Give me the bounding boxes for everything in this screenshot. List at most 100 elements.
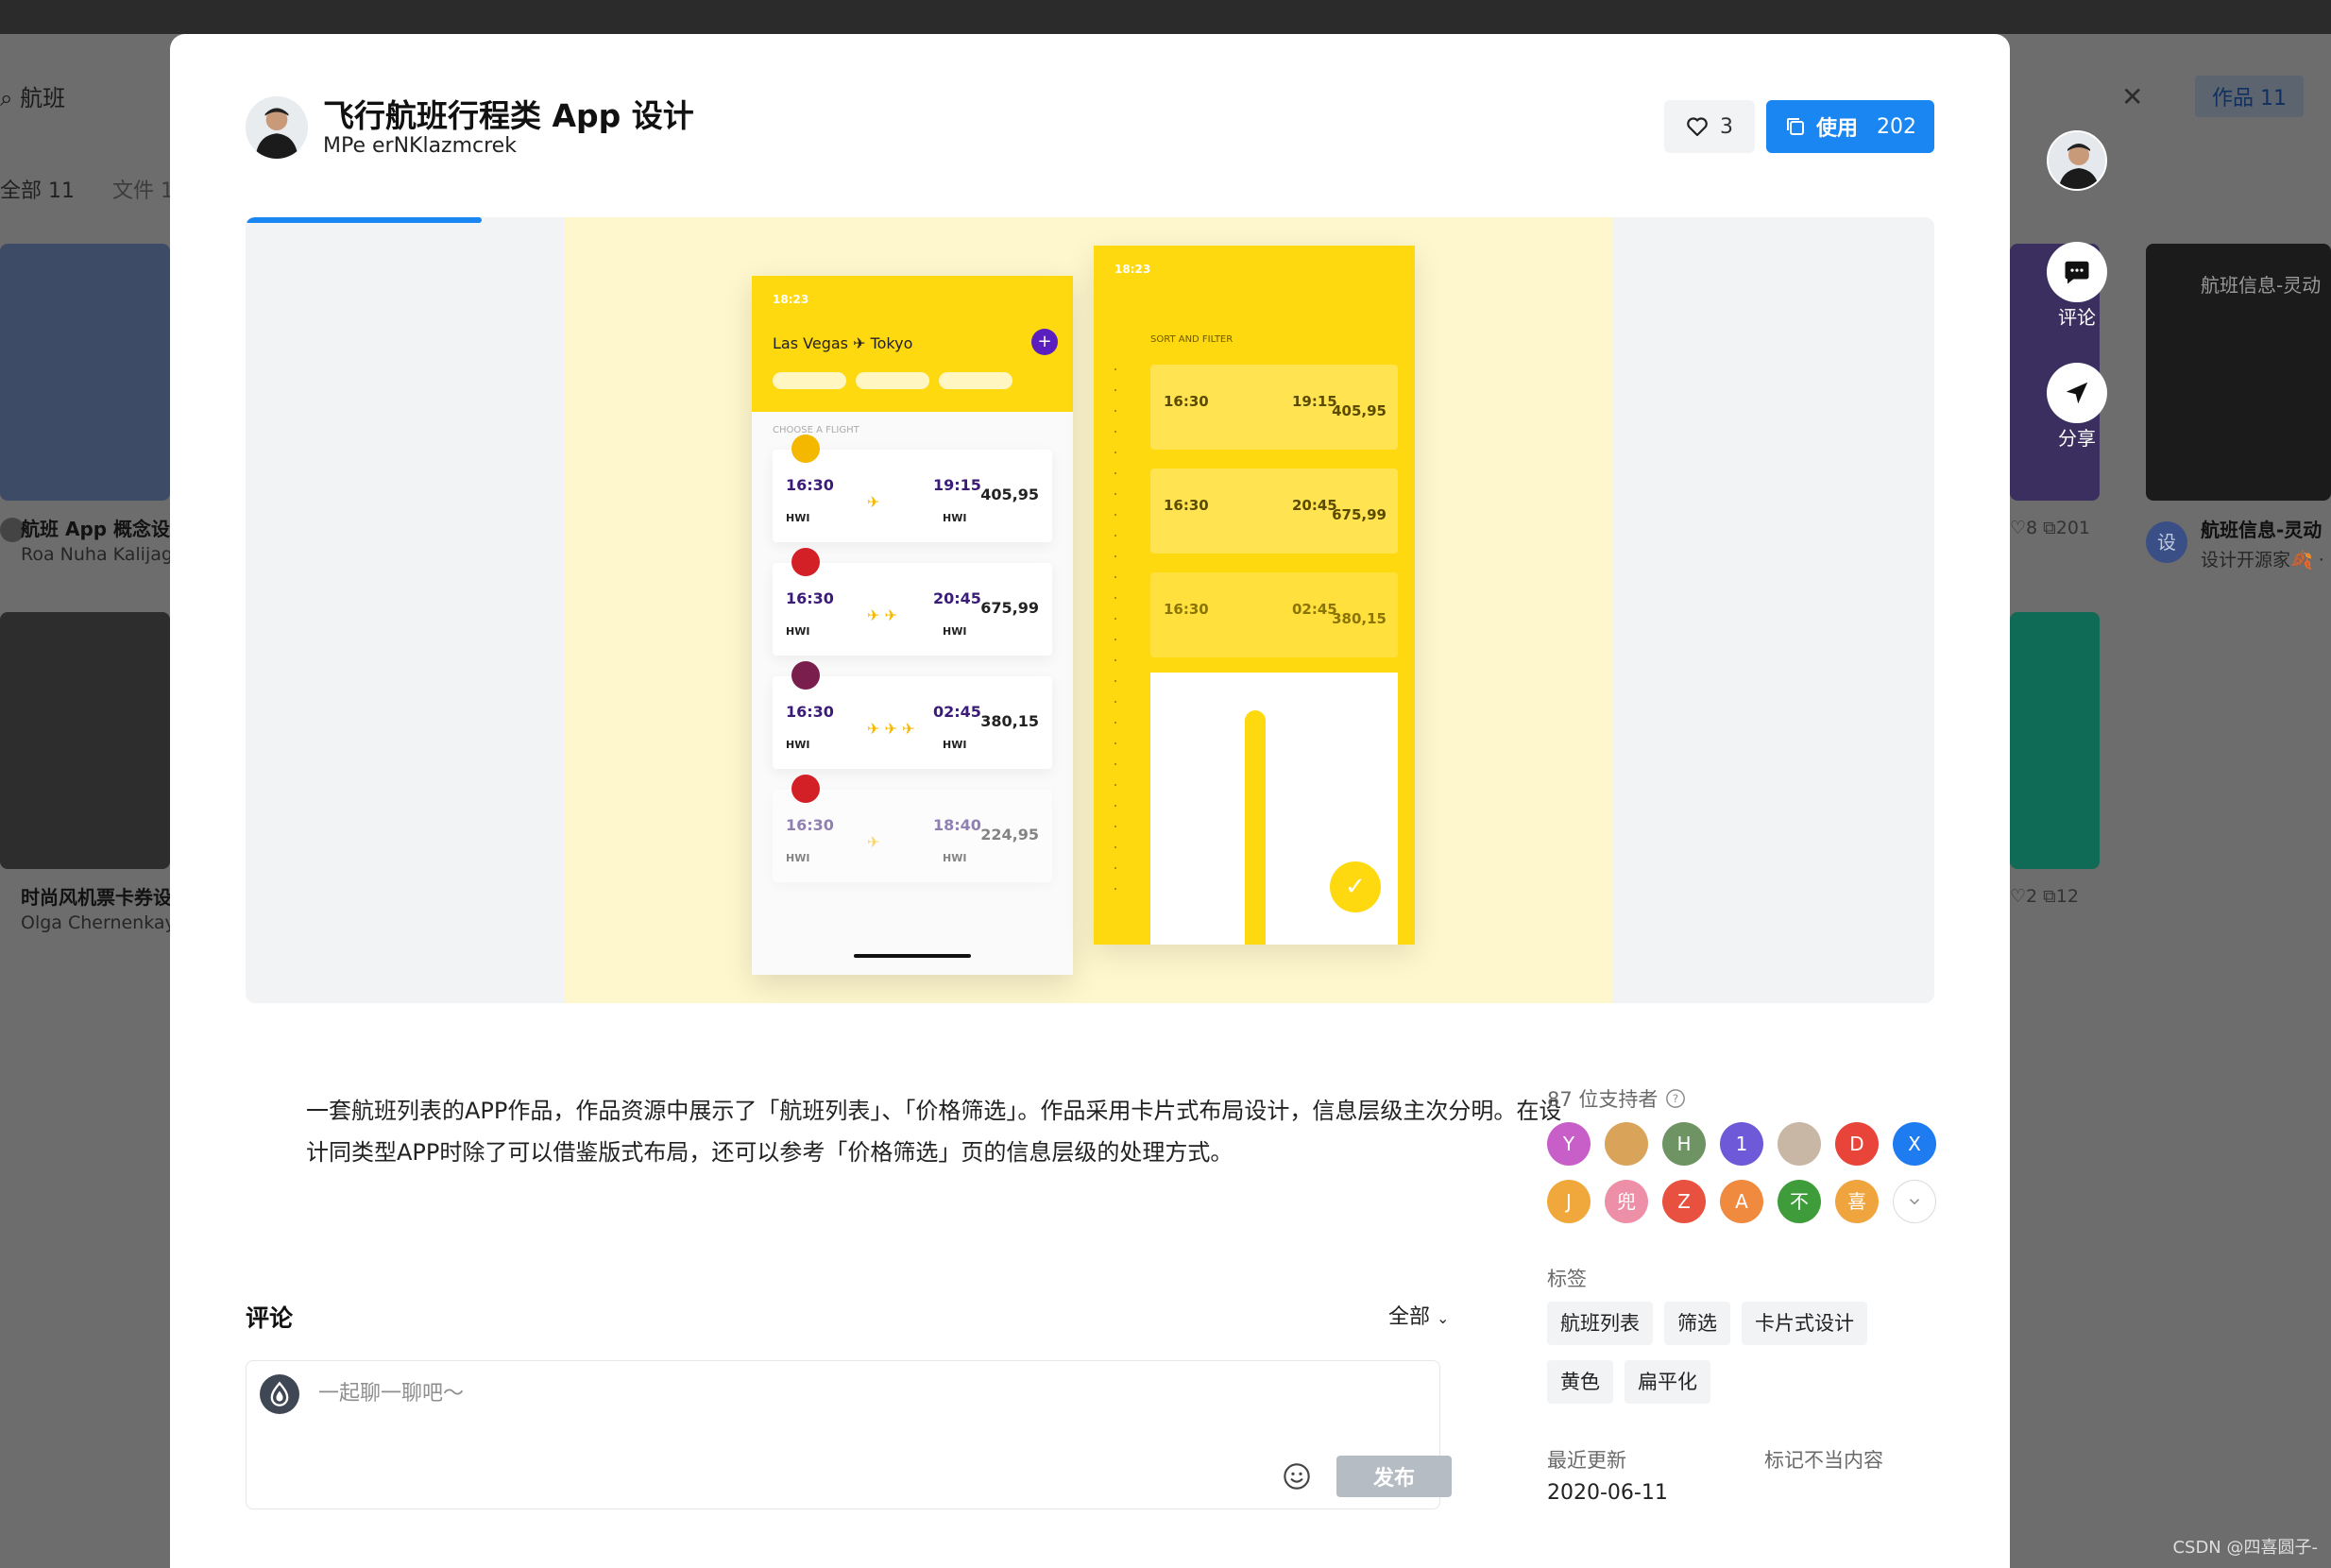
mockup-sort-title: SORT AND FILTER bbox=[1150, 334, 1234, 345]
share-button[interactable] bbox=[2047, 363, 2107, 423]
flight-to: HWI bbox=[943, 625, 967, 638]
svg-text:?: ? bbox=[1673, 1092, 1678, 1105]
post-comment-button[interactable]: 发布 bbox=[1336, 1456, 1452, 1497]
supporter-avatar[interactable] bbox=[1605, 1122, 1648, 1166]
background-card-title[interactable]: 航班信息-灵动 bbox=[2201, 515, 2322, 542]
mockup-time: 18:23 bbox=[1114, 263, 1151, 276]
drop-logo-icon bbox=[270, 1381, 289, 1406]
background-card-thumb[interactable] bbox=[0, 244, 170, 501]
comment-input[interactable] bbox=[318, 1376, 1414, 1410]
flight-departure: 16:30 bbox=[786, 476, 834, 494]
flight-departure: 16:30 bbox=[786, 589, 834, 607]
background-search: ⌕ 航班 bbox=[0, 79, 65, 112]
plane-icon: ✈ bbox=[867, 833, 880, 851]
plane-icon: ✈ bbox=[867, 493, 880, 511]
supporter-avatar[interactable]: D bbox=[1835, 1122, 1879, 1166]
use-count: 202 bbox=[1877, 114, 1916, 139]
page-title: 飞行航班行程类 App 设计 bbox=[323, 97, 694, 134]
tag-chip[interactable]: 扁平化 bbox=[1625, 1360, 1710, 1404]
tag-chip[interactable]: 航班列表 bbox=[1547, 1302, 1653, 1345]
avatar: 设 bbox=[2146, 521, 2187, 563]
mockup-flight-card: 16:30 20:45 675,99 bbox=[1150, 469, 1398, 554]
background-card-thumb[interactable] bbox=[2010, 612, 2100, 869]
person-icon bbox=[246, 96, 308, 159]
airline-logo-icon bbox=[791, 775, 820, 803]
supporter-avatar[interactable]: Y bbox=[1547, 1122, 1591, 1166]
background-card-author: Olga Chernenkay bbox=[21, 912, 176, 933]
home-indicator bbox=[854, 954, 971, 958]
flight-departure: 16:30 bbox=[786, 703, 834, 721]
flight-arrival: 18:40 bbox=[933, 816, 981, 834]
work-detail-modal: 飞行航班行程类 App 设计 MPe erNKlazmcrek 3 使用 202… bbox=[170, 34, 2010, 1568]
supporter-avatar[interactable]: 不 bbox=[1778, 1180, 1821, 1223]
mockup-sort-filter: 18:23 SORT AND FILTER 16:30 19:15 405,95… bbox=[1094, 246, 1415, 945]
airline-logo-icon bbox=[791, 435, 820, 463]
emoji-button[interactable] bbox=[1282, 1461, 1312, 1491]
flight-arrival: 19:15 bbox=[1292, 393, 1337, 410]
supporter-avatar[interactable]: 1 bbox=[1720, 1122, 1763, 1166]
expand-supporters-button[interactable] bbox=[1893, 1180, 1936, 1223]
flight-departure: 16:30 bbox=[786, 816, 834, 834]
background-card-stats: ♡8 ⧉201 bbox=[2010, 518, 2090, 538]
flight-departure: 16:30 bbox=[1164, 393, 1209, 410]
background-search-query: 航班 bbox=[20, 85, 66, 111]
supporter-avatar[interactable]: 喜 bbox=[1835, 1180, 1879, 1223]
author-avatar[interactable] bbox=[246, 96, 308, 159]
tag-chip[interactable]: 筛选 bbox=[1664, 1302, 1730, 1345]
chevron-down-icon bbox=[1909, 1199, 1920, 1205]
chevron-down-icon: ⌄ bbox=[1437, 1309, 1450, 1327]
supporter-avatar[interactable]: J bbox=[1547, 1180, 1591, 1223]
mockup-pill bbox=[939, 372, 1012, 389]
chat-bubble-icon bbox=[2065, 261, 2089, 284]
author-name[interactable]: MPe erNKlazmcrek bbox=[323, 134, 517, 158]
use-label: 使用 bbox=[1815, 117, 1858, 141]
supporter-avatar[interactable]: H bbox=[1662, 1122, 1706, 1166]
background-card-stats: ♡2 ⧉12 bbox=[2010, 886, 2079, 907]
supporter-avatar[interactable]: X bbox=[1893, 1122, 1936, 1166]
background-card-thumb[interactable] bbox=[0, 612, 170, 869]
background-card-author: Roa Nuha Kalijaga bbox=[21, 544, 184, 565]
background-works-tab[interactable]: 作品 11 bbox=[2195, 76, 2304, 117]
supporter-avatar[interactable]: 兜 bbox=[1605, 1180, 1648, 1223]
preview-progress-bar bbox=[246, 217, 483, 223]
close-icon[interactable]: ✕ bbox=[2121, 81, 2143, 112]
background-tab-all[interactable]: 全部 11 bbox=[0, 174, 75, 204]
tag-chip[interactable]: 黄色 bbox=[1547, 1360, 1613, 1404]
tag-chip[interactable]: 卡片式设计 bbox=[1742, 1302, 1867, 1345]
supporter-avatar[interactable] bbox=[1778, 1122, 1821, 1166]
comments-title: 评论 bbox=[246, 1304, 294, 1332]
preview-image[interactable]: 18:23 Las Vegas ✈ Tokyo + CHOOSE A FLIGH… bbox=[246, 217, 1934, 1003]
mockup-sort-panel: ✓ bbox=[1150, 673, 1398, 945]
rail-author-avatar[interactable] bbox=[2047, 130, 2107, 191]
comment-button[interactable] bbox=[2047, 242, 2107, 302]
use-button[interactable]: 使用 202 bbox=[1766, 100, 1934, 153]
flight-price: 405,95 bbox=[1332, 402, 1387, 419]
mockup-flight-list: 18:23 Las Vegas ✈ Tokyo + CHOOSE A FLIGH… bbox=[752, 276, 1073, 975]
flight-departure: 16:30 bbox=[1164, 601, 1209, 618]
share-label: 分享 bbox=[2058, 427, 2096, 450]
help-icon[interactable]: ? bbox=[1665, 1088, 1686, 1109]
flight-price: 405,95 bbox=[980, 486, 1039, 503]
background-tabs: 全部 11 文件 11 bbox=[0, 174, 187, 204]
flight-departure: 16:30 bbox=[1164, 497, 1209, 514]
like-button[interactable]: 3 bbox=[1664, 100, 1755, 153]
background-topbar bbox=[0, 0, 2331, 34]
supporter-avatar[interactable]: Z bbox=[1662, 1180, 1706, 1223]
mockup-route: Las Vegas ✈ Tokyo bbox=[773, 334, 913, 352]
mockup-slider bbox=[1245, 710, 1266, 945]
flight-to: HWI bbox=[943, 512, 967, 524]
report-link[interactable]: 标记不当内容 bbox=[1764, 1445, 1883, 1474]
background-card-title[interactable]: 航班 App 概念设 bbox=[21, 514, 170, 541]
supporter-avatar[interactable]: A bbox=[1720, 1180, 1763, 1223]
flight-from: HWI bbox=[786, 739, 810, 751]
preview-canvas: 18:23 Las Vegas ✈ Tokyo + CHOOSE A FLIGH… bbox=[565, 217, 1613, 1003]
comments-filter-dropdown[interactable]: 全部 ⌄ bbox=[1388, 1300, 1449, 1330]
mockup-flight-card: 16:30 02:45 ✈ ✈ ✈ HWI HWI 380,15 bbox=[773, 676, 1052, 769]
tags-list: 航班列表 筛选 卡片式设计黄色 扁平化 bbox=[1547, 1302, 1944, 1404]
flight-arrival: 20:45 bbox=[933, 589, 981, 607]
mockup-header: 18:23 Las Vegas ✈ Tokyo + bbox=[752, 276, 1073, 412]
comment-composer: 发布 bbox=[246, 1360, 1452, 1509]
airline-logo-icon bbox=[791, 548, 820, 576]
flight-price: 675,99 bbox=[980, 599, 1039, 617]
background-card-title[interactable]: 时尚风机票卡券设 bbox=[21, 882, 172, 910]
